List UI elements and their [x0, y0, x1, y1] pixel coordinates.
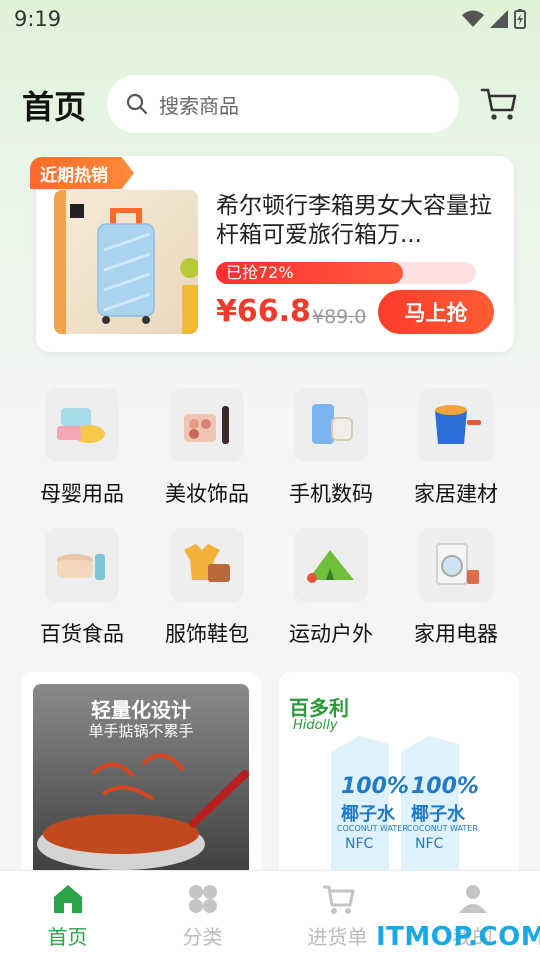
suitcase-illustration [54, 190, 198, 334]
carton-badge-percent-2: 100% [411, 774, 479, 799]
product-image-suitcase[interactable] [54, 190, 198, 334]
cosmetics-icon [170, 388, 244, 462]
hot-sale-tag: 近期热销 [30, 157, 134, 189]
carton-badge-en-2: COCONUT WATER [407, 824, 478, 833]
baby-products-icon [45, 388, 119, 462]
carton-badge-nfc: NFC [345, 836, 374, 852]
user-icon [458, 885, 487, 913]
tab-label: 分类 [182, 925, 223, 949]
page-title: 首页 [22, 88, 87, 126]
phone-digital-icon [294, 388, 368, 462]
cart-icon[interactable] [480, 86, 518, 122]
carton-badge-nfc-2: NFC [415, 836, 444, 852]
search-placeholder: 搜索商品 [159, 93, 239, 118]
watermark: ITMOP.COM [376, 922, 540, 952]
tab-label: 进货单 [307, 925, 368, 949]
category-baby[interactable]: 母婴用品 [22, 388, 142, 518]
home-appliance-icon [419, 528, 493, 602]
category-label: 母婴用品 [40, 482, 124, 506]
status-bar: 9:19 [0, 0, 540, 38]
category-cosmetics[interactable]: 美妆饰品 [147, 388, 267, 518]
status-icons [462, 9, 526, 29]
carton-badge-percent: 100% [341, 774, 409, 799]
carton-badge-name-2: 椰子水 [411, 804, 465, 825]
sale-price: ¥66.8 [216, 294, 311, 329]
category-label: 手机数码 [289, 482, 373, 506]
product-name[interactable]: 希尔顿行李箱男女大容量拉杆箱可爱旅行箱万... [216, 192, 496, 250]
category-label: 美妆饰品 [165, 482, 249, 506]
category-sports[interactable]: 运动户外 [271, 528, 391, 658]
wifi-icon [462, 10, 484, 27]
battery-icon [514, 9, 526, 29]
category-label: 百货食品 [40, 622, 124, 646]
category-icon [188, 885, 217, 913]
buy-now-button[interactable]: 马上抢 [378, 290, 494, 334]
product-image-wok: 轻量化设计 单手掂锅不累手 [33, 684, 249, 884]
search-bar[interactable]: 搜索商品 [107, 75, 459, 133]
category-digital[interactable]: 手机数码 [271, 388, 391, 518]
status-time: 9:19 [14, 7, 62, 31]
grocery-food-icon [45, 528, 119, 602]
category-label: 运动户外 [289, 622, 373, 646]
category-appliance[interactable]: 家用电器 [396, 528, 516, 658]
category-grocery[interactable]: 百货食品 [22, 528, 142, 658]
category-home[interactable]: 家居建材 [396, 388, 516, 518]
sold-progress-fill: 已抢72% [216, 262, 404, 284]
tab-home[interactable]: 首页 [0, 871, 135, 960]
home-building-icon [419, 388, 493, 462]
signal-icon [490, 10, 508, 28]
search-icon [126, 93, 148, 115]
category-clothing[interactable]: 服饰鞋包 [147, 528, 267, 658]
carton-badge-name: 椰子水 [341, 804, 395, 825]
sports-outdoor-icon [294, 528, 368, 602]
top-header: 首页 搜索商品 [0, 72, 540, 136]
tab-category[interactable]: 分类 [135, 871, 270, 960]
wok-illustration [37, 753, 249, 870]
category-label: 家用电器 [414, 622, 498, 646]
clothing-bags-icon [170, 528, 244, 602]
category-label: 家居建材 [414, 482, 498, 506]
home-icon [53, 885, 82, 913]
tab-label: 首页 [47, 925, 88, 949]
sold-progress-bar: 已抢72% [216, 262, 476, 284]
original-price: ¥89.0 [312, 306, 367, 328]
carton-badge-en: COCONUT WATER [337, 824, 408, 833]
category-label: 服饰鞋包 [165, 622, 249, 646]
shopping-basket-icon [322, 885, 354, 914]
